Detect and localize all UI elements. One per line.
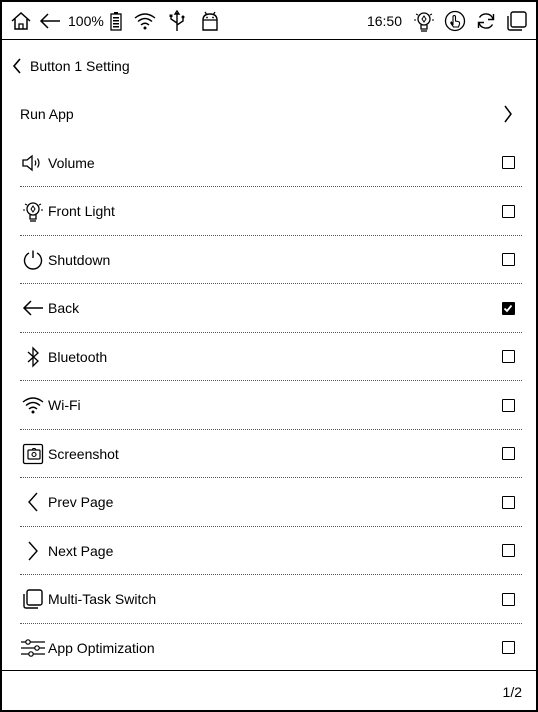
option-label: Multi-Task Switch <box>48 591 157 608</box>
option-checkbox[interactable] <box>498 250 518 270</box>
option-label: Shutdown <box>48 251 111 268</box>
checkbox-unchecked[interactable] <box>501 350 515 364</box>
checkbox-checked[interactable] <box>501 301 515 315</box>
usb-icon <box>168 9 186 32</box>
touch-icon[interactable] <box>444 10 466 32</box>
option-row-bluetooth[interactable]: Bluetooth <box>2 333 536 382</box>
option-label: Volume <box>48 154 95 171</box>
option-label: Front Light <box>48 203 115 220</box>
option-checkbox[interactable] <box>498 347 518 367</box>
back-arrow-icon[interactable] <box>38 11 62 31</box>
option-row-prev-page[interactable]: Prev Page <box>2 478 536 527</box>
multitask-icon[interactable] <box>506 10 528 32</box>
option-checkbox[interactable] <box>498 395 518 415</box>
option-row-multi-task-switch[interactable]: Multi-Task Switch <box>2 575 536 624</box>
option-checkbox[interactable] <box>498 298 518 318</box>
checkbox-unchecked[interactable] <box>501 204 515 218</box>
option-row-next-page[interactable]: Next Page <box>2 527 536 576</box>
option-label: Bluetooth <box>48 348 108 365</box>
chevron-right-icon <box>498 104 518 124</box>
sliders-icon <box>20 635 46 661</box>
option-checkbox[interactable] <box>498 201 518 221</box>
home-icon[interactable] <box>10 10 32 32</box>
option-checkbox[interactable] <box>498 492 518 512</box>
option-row-front-light[interactable]: Front Light <box>2 187 536 236</box>
option-checkbox[interactable] <box>498 153 518 173</box>
power-icon <box>20 247 46 273</box>
wifi-icon <box>20 392 46 418</box>
multitask-icon <box>20 586 46 612</box>
checkbox-unchecked[interactable] <box>501 447 515 461</box>
option-label: Prev Page <box>48 494 114 511</box>
option-row-shutdown[interactable]: Shutdown <box>2 236 536 285</box>
wifi-icon <box>134 12 156 30</box>
front-light-icon[interactable] <box>413 10 435 32</box>
status-bar-left: 100% <box>2 9 220 32</box>
pagination-footer: 1/2 <box>2 670 536 710</box>
option-label: Wi-Fi <box>48 397 81 414</box>
settings-list: Run App Volume Front Light Shutdown Back… <box>2 90 536 672</box>
clock: 16:50 <box>366 12 402 29</box>
page-header: Button 1 Setting <box>2 42 536 90</box>
checkbox-unchecked[interactable] <box>501 592 515 606</box>
option-label: Next Page <box>48 542 114 559</box>
checkbox-unchecked[interactable] <box>501 495 515 509</box>
page-title: Button 1 Setting <box>30 58 130 74</box>
option-checkbox[interactable] <box>498 444 518 464</box>
option-row-wifi[interactable]: Wi-Fi <box>2 381 536 430</box>
checkbox-unchecked[interactable] <box>501 253 515 267</box>
checkbox-unchecked[interactable] <box>501 398 515 412</box>
front-light-icon <box>20 198 46 224</box>
device-screen: 100% 16:50 Button 1 Setting Run App Volu… <box>0 0 538 712</box>
back-arrow-icon <box>20 295 46 321</box>
status-bar-right: 16:50 <box>367 10 536 32</box>
run-app-row[interactable]: Run App <box>2 90 536 139</box>
android-icon <box>200 10 220 32</box>
option-row-screenshot[interactable]: Screenshot <box>2 430 536 479</box>
option-checkbox[interactable] <box>498 589 518 609</box>
volume-icon <box>20 150 46 176</box>
checkbox-unchecked[interactable] <box>501 641 515 655</box>
option-row-back[interactable]: Back <box>2 284 536 333</box>
option-row-app-optimization[interactable]: App Optimization <box>2 624 536 673</box>
option-row-volume[interactable]: Volume <box>2 139 536 188</box>
option-label: Screenshot <box>48 445 119 462</box>
refresh-icon[interactable] <box>475 10 497 32</box>
bluetooth-icon <box>20 344 46 370</box>
checkbox-unchecked[interactable] <box>501 544 515 558</box>
battery-percent: 100% <box>68 12 104 29</box>
battery-icon <box>110 11 122 31</box>
screenshot-icon <box>20 441 46 467</box>
status-bar: 100% 16:50 <box>2 2 536 40</box>
page-indicator: 1/2 <box>502 683 522 700</box>
option-checkbox[interactable] <box>498 541 518 561</box>
run-app-label: Run App <box>20 106 74 123</box>
option-label: App Optimization <box>48 639 155 656</box>
option-label: Back <box>48 300 80 317</box>
chevron-right-icon <box>20 538 46 564</box>
chevron-left-icon <box>20 489 46 515</box>
checkbox-unchecked[interactable] <box>501 156 515 170</box>
option-checkbox[interactable] <box>498 638 518 658</box>
checkmark-icon <box>503 304 513 313</box>
back-button[interactable] <box>12 58 22 74</box>
